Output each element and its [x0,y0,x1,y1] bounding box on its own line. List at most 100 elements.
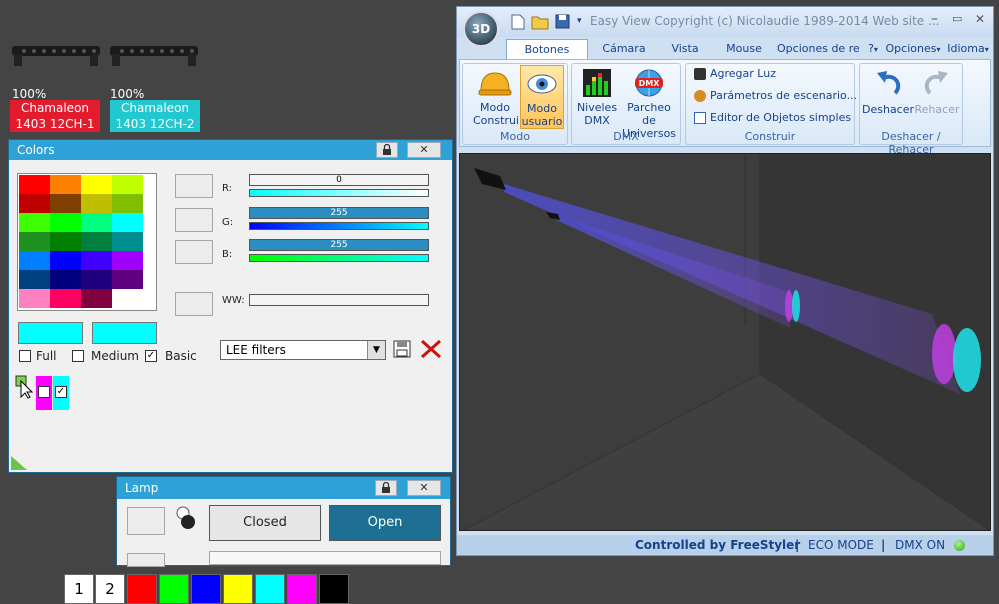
open-folder-icon[interactable] [531,14,549,30]
palette-swatch[interactable] [19,213,50,232]
palette-swatch[interactable] [19,175,50,194]
idioma-menu[interactable]: Idioma▾ [943,39,993,59]
palette-swatch[interactable] [19,251,50,270]
deshacer-label: Deshacer [862,103,915,116]
ww-channel-button[interactable] [175,292,213,316]
palette-swatch[interactable] [81,213,112,232]
close-button[interactable]: ✕ [407,142,441,158]
lamp-closed-button[interactable]: Closed [209,505,321,541]
palette-swatch[interactable] [112,251,143,270]
lamp-second-channel-button[interactable] [127,553,165,567]
preset-1-button[interactable]: 1 [64,574,94,604]
palette-swatch[interactable] [112,232,143,251]
3d-viewport[interactable] [459,153,991,531]
modo-construir-button[interactable]: Modo Construir [473,65,524,127]
app-titlebar[interactable]: 3D ▾ Easy View Copyright (c) Nicolaudie … [457,7,993,47]
ww-value-slider[interactable] [249,294,429,306]
palette-swatch[interactable] [81,194,112,213]
delete-icon[interactable] [420,339,442,359]
tab-camara[interactable]: Cámara [595,39,653,59]
g-channel-button[interactable] [175,208,213,232]
filter-select[interactable]: LEE filters ▼ [220,340,386,360]
palette-swatch[interactable] [50,270,81,289]
quick-color-swatch[interactable] [223,574,253,604]
magenta-channel-checkbox[interactable] [38,386,50,398]
lamp-second-row-field[interactable] [209,551,441,565]
basic-checkbox[interactable]: ✓ [145,350,157,362]
palette-swatch[interactable] [50,213,81,232]
quick-color-swatch[interactable] [319,574,349,604]
app-logo-button[interactable]: 3D [463,11,499,47]
preset-2-button[interactable]: 2 [95,574,125,604]
agregar-luz-button[interactable]: Agregar Luz [694,67,776,80]
tab-vista[interactable]: Vista [660,39,710,59]
new-file-icon[interactable] [511,14,525,30]
r-value-slider[interactable]: 0 [249,174,429,186]
save-icon[interactable] [555,14,570,29]
palette-swatch[interactable] [112,175,143,194]
palette-swatch[interactable] [81,270,112,289]
editor-objetos-button[interactable]: Editor de Objetos simples [694,111,851,124]
palette-swatch[interactable] [50,251,81,270]
pin-button[interactable] [375,480,397,496]
quick-color-swatch[interactable] [191,574,221,604]
palette-swatch[interactable] [81,289,112,308]
palette-swatch[interactable] [50,289,81,308]
palette-swatch[interactable] [112,289,143,308]
opciones-menu[interactable]: Opciones▾ [883,39,943,59]
parametros-escenario-button[interactable]: Parámetros de escenario... [694,89,857,102]
quick-color-swatch[interactable] [159,574,189,604]
lamp-open-button[interactable]: Open [329,505,441,541]
fixture-1[interactable]: 100% Chamaleon 1403 12CH-1 [8,40,108,134]
lamp-window: Lamp ✕ Closed Open [116,476,451,567]
full-checkbox[interactable] [19,350,31,362]
save-icon[interactable] [393,340,411,358]
lamp-channel-button[interactable] [127,507,165,535]
palette-swatch[interactable] [19,194,50,213]
resize-grip-icon[interactable] [11,456,27,470]
tab-mouse[interactable]: Mouse [717,39,771,59]
palette-swatch[interactable] [19,270,50,289]
palette-swatch[interactable] [112,270,143,289]
parcheo-universos-button[interactable]: DMX Parcheo de Universos [619,65,679,140]
palette-swatch[interactable] [50,175,81,194]
quick-color-swatch[interactable] [287,574,317,604]
palette-swatch[interactable] [81,232,112,251]
close-button[interactable]: ✕ [407,480,441,496]
stage-scene [460,154,990,530]
quick-color-swatch[interactable] [255,574,285,604]
cyan-channel-checkbox[interactable]: ✓ [55,386,67,398]
palette-swatch[interactable] [112,194,143,213]
palette-swatch[interactable] [81,251,112,270]
fixture-name-line1: Chamaleon [120,101,190,115]
tab-botones[interactable]: Botones estánc [506,39,588,76]
fixture-2[interactable]: 100% Chamaleon 1403 12CH-2 [106,40,206,134]
minimize-button[interactable]: – [931,11,938,27]
lamp-window-titlebar[interactable]: Lamp [117,477,450,499]
rehacer-button[interactable]: Rehacer [912,65,962,127]
palette-swatch[interactable] [19,232,50,251]
palette-swatch[interactable] [50,232,81,251]
g-value-slider[interactable]: 255 [249,207,429,219]
pin-button[interactable] [376,142,398,158]
tab-label: Mouse [726,42,762,55]
palette-swatch[interactable] [81,175,112,194]
deshacer-button[interactable]: Deshacer [862,65,914,127]
medium-checkbox[interactable] [72,350,84,362]
quick-color-swatch[interactable] [127,574,157,604]
modo-usuario-button[interactable]: Modo usuario [520,65,564,129]
quick-access-chevron-icon[interactable]: ▾ [577,16,582,26]
palette-swatch[interactable] [50,194,81,213]
niveles-dmx-button[interactable]: Niveles DMX [575,65,619,127]
b-channel-button[interactable] [175,240,213,264]
help-menu[interactable]: ?▾ [863,39,883,59]
r-channel-button[interactable] [175,174,213,198]
palette-swatch[interactable] [19,289,50,308]
palette-swatch[interactable] [112,213,143,232]
b-value-slider[interactable]: 255 [249,239,429,251]
tab-opciones-de-red[interactable]: Opciones de re [777,39,859,59]
window-close-button[interactable]: ✕ [975,12,985,26]
maximize-button[interactable]: ▭ [952,12,962,25]
target-color-swatch [92,322,157,344]
status-separator: | [795,538,800,552]
